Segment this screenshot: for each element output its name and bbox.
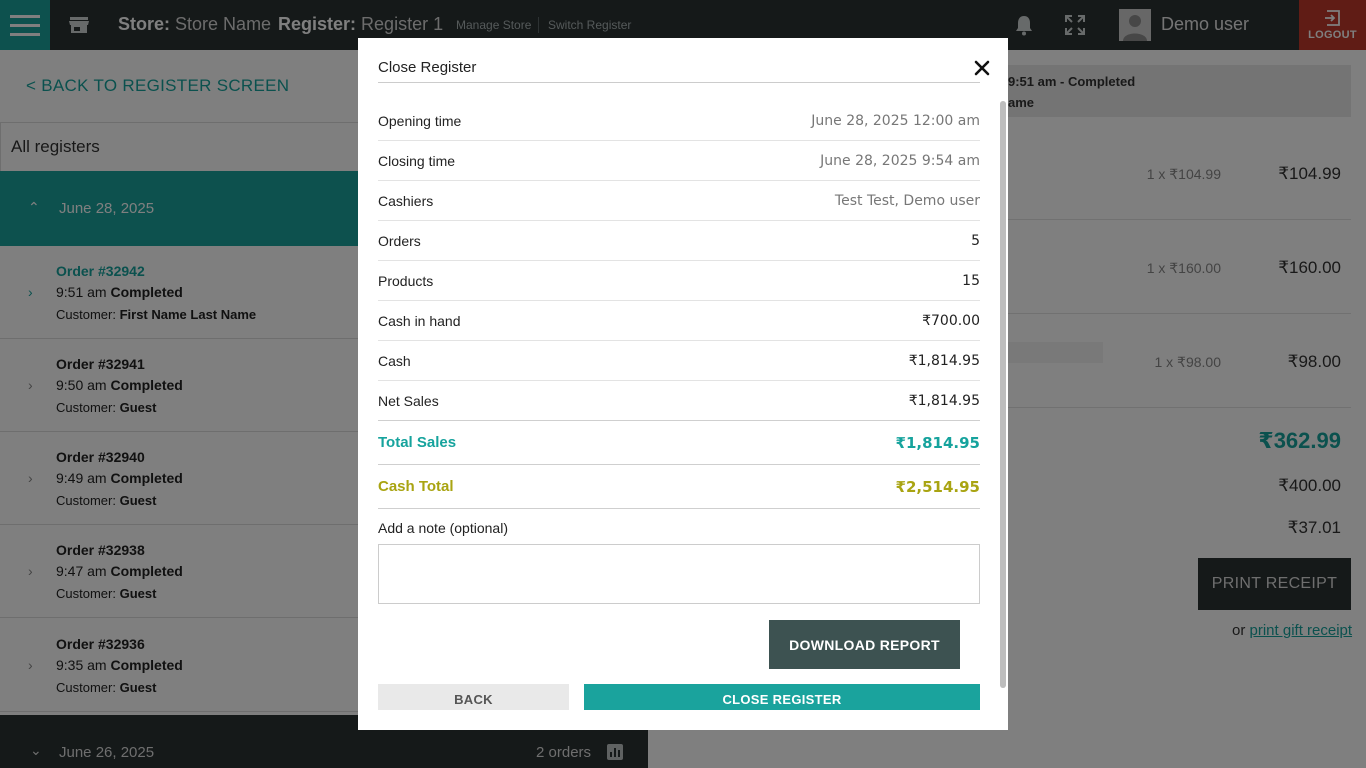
summary-label: Cashiers (378, 192, 434, 209)
modal-title: Close Register (378, 59, 477, 76)
summary-row-opening-time: Opening time June 28, 2025 12:00 am (378, 101, 980, 141)
scrollbar-thumb[interactable] (1000, 101, 1006, 688)
summary-label: Cash (378, 352, 411, 369)
summary-value: 5 (971, 232, 980, 249)
summary-value: ₹700.00 (922, 312, 980, 329)
summary-value: June 28, 2025 12:00 am (811, 112, 980, 129)
summary-label: Closing time (378, 152, 456, 169)
summary-row-total-sales: Total Sales ₹1,814.95 (378, 421, 980, 465)
summary-row-cash-in-hand: Cash in hand ₹700.00 (378, 301, 980, 341)
download-report-button[interactable]: DOWNLOAD REPORT (769, 620, 960, 669)
close-register-button[interactable]: CLOSE REGISTER (584, 684, 980, 710)
close-register-modal: Close Register Opening time June 28, 202… (358, 38, 1008, 730)
cash-total-value: ₹2,514.95 (895, 477, 980, 496)
summary-value: June 28, 2025 9:54 am (820, 152, 980, 169)
note-textarea[interactable] (378, 544, 980, 604)
note-label: Add a note (optional) (378, 520, 508, 536)
summary-label: Opening time (378, 112, 462, 129)
summary-row-net-sales: Net Sales ₹1,814.95 (378, 381, 980, 421)
summary-value: ₹1,814.95 (908, 392, 980, 409)
back-button[interactable]: BACK (378, 684, 569, 710)
summary-label: Cash in hand (378, 312, 461, 329)
summary-label: Products (378, 272, 434, 289)
summary-label: Net Sales (378, 392, 439, 409)
summary-row-cash: Cash ₹1,814.95 (378, 341, 980, 381)
modal-body: Opening time June 28, 2025 12:00 am Clos… (378, 101, 980, 710)
summary-value: Test Test, Demo user (834, 192, 980, 209)
modal-actions: BACK CLOSE REGISTER (378, 684, 980, 710)
summary-label: Orders (378, 232, 421, 249)
modal-scrollbar[interactable] (1000, 101, 1006, 688)
cash-total-label: Cash Total (378, 478, 454, 495)
summary-row-cashiers: Cashiers Test Test, Demo user (378, 181, 980, 221)
total-sales-label: Total Sales (378, 434, 457, 451)
summary-row-orders: Orders 5 (378, 221, 980, 261)
divider (378, 82, 980, 83)
summary-row-cash-total: Cash Total ₹2,514.95 (378, 465, 980, 509)
summary-value: 15 (962, 272, 980, 289)
total-sales-value: ₹1,814.95 (895, 433, 980, 452)
summary-value: ₹1,814.95 (908, 352, 980, 369)
summary-row-closing-time: Closing time June 28, 2025 9:54 am (378, 141, 980, 181)
summary-row-products: Products 15 (378, 261, 980, 301)
close-icon[interactable] (970, 56, 994, 80)
